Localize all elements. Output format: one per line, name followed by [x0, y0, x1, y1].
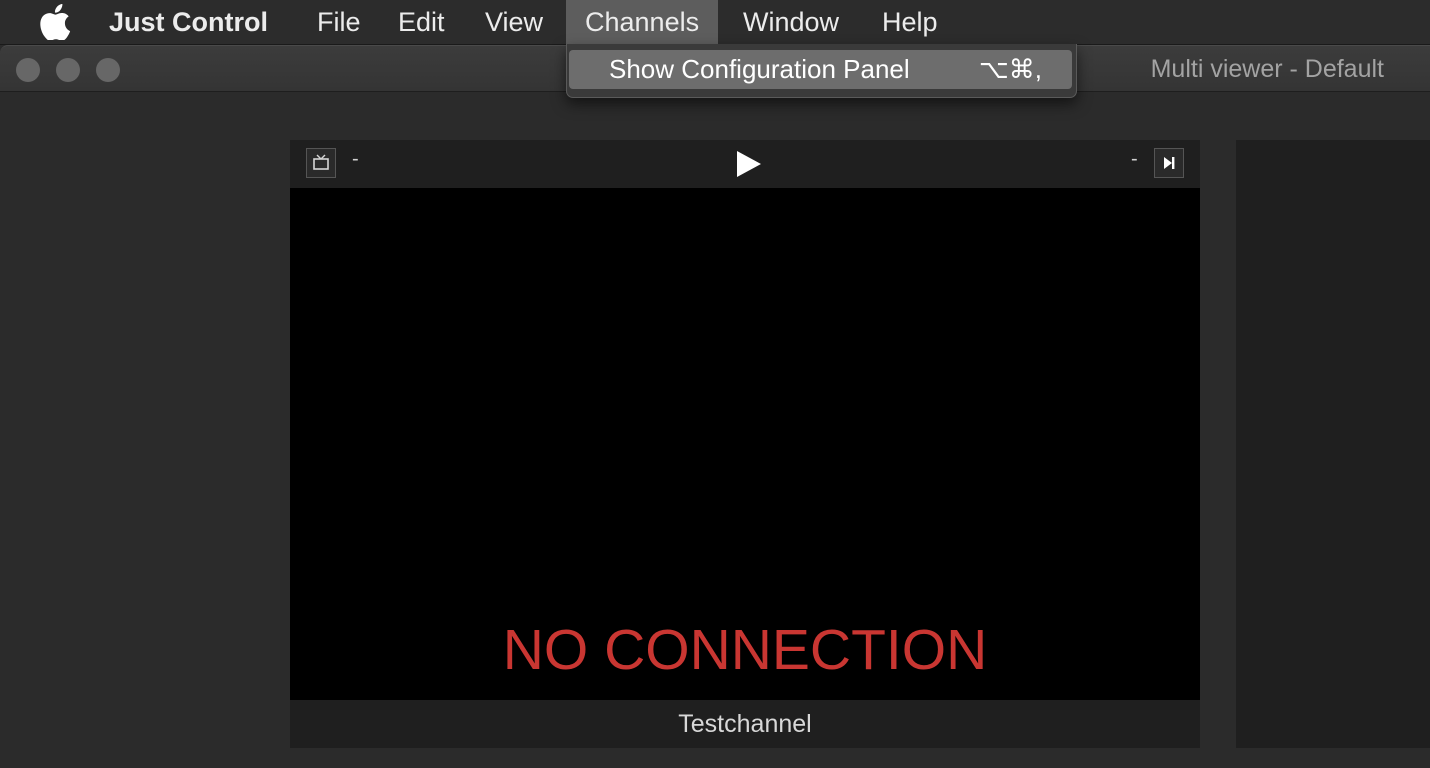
skip-next-icon [1164, 157, 1175, 169]
close-window-button[interactable] [16, 58, 40, 82]
menu-edit[interactable]: Edit [379, 0, 464, 44]
menu-file[interactable]: File [298, 0, 380, 44]
tile-right-status: - [1131, 148, 1138, 170]
menu-item-label: Show Configuration Panel [609, 54, 910, 84]
menu-bar: Just Control File Edit View Channels Win… [0, 0, 1430, 45]
apple-icon[interactable] [38, 4, 72, 40]
menu-window[interactable]: Window [724, 0, 858, 44]
channel-tile-secondary [1236, 140, 1430, 748]
menu-item-show-configuration-panel[interactable]: Show Configuration Panel ⌥⌘, [569, 50, 1072, 89]
menu-channels[interactable]: Channels [566, 0, 719, 44]
window-title: Multi viewer - Default [1150, 55, 1384, 83]
channel-tile: - - NO CONNECTION Testchannel [290, 140, 1200, 748]
tile-left-status: - [352, 148, 359, 170]
skip-next-button[interactable] [1154, 148, 1184, 178]
play-icon[interactable] [736, 151, 762, 177]
menu-help[interactable]: Help [863, 0, 957, 44]
menu-view[interactable]: View [466, 0, 562, 44]
minimize-window-button[interactable] [56, 58, 80, 82]
menu-app-name[interactable]: Just Control [90, 0, 287, 44]
menu-item-shortcut: ⌥⌘, [978, 54, 1042, 84]
channels-dropdown-menu: Show Configuration Panel ⌥⌘, [566, 44, 1077, 98]
desktop: Just Control File Edit View Channels Win… [0, 0, 1430, 768]
channel-name-label: Testchannel [290, 700, 1200, 748]
tv-button[interactable] [306, 148, 336, 178]
tv-icon [313, 154, 329, 170]
connection-status: NO CONNECTION [502, 618, 988, 682]
zoom-window-button[interactable] [96, 58, 120, 82]
tile-toolbar: - - [290, 140, 1200, 188]
